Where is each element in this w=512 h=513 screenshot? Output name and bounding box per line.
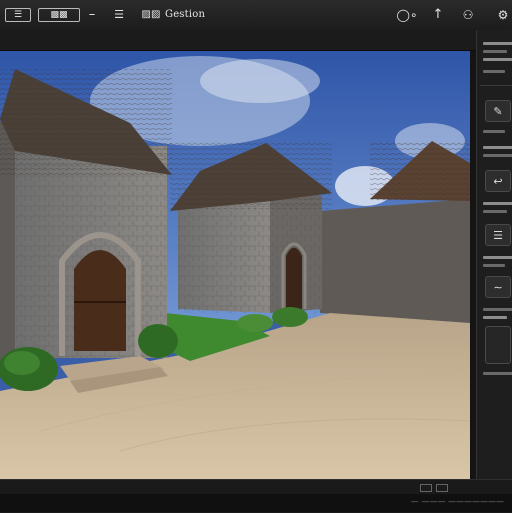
bush <box>237 314 273 332</box>
stack-icon: ☰ <box>493 228 503 242</box>
panel-divider <box>480 85 512 86</box>
3d-viewport[interactable] <box>0 51 470 479</box>
right-tool-panel: ✎ ↩ ☰ ∼ <box>476 30 512 492</box>
dash-icon: – <box>88 7 96 22</box>
search-button[interactable]: ◯∘ <box>394 8 420 22</box>
panel-caption <box>483 130 505 133</box>
menu-button[interactable]: ☰ <box>5 8 31 22</box>
panel-caption <box>483 42 512 45</box>
scene-render <box>0 51 470 479</box>
panel-caption <box>483 202 512 205</box>
left-door <box>74 250 126 351</box>
middle-door <box>286 247 302 309</box>
wave-icon: ∼ <box>493 280 503 294</box>
status-bar: — ——— ——————— <box>0 494 512 512</box>
top-toolbar: ☰ ▩▩ – ☰ ▨▨ Gestion ◯∘ ↑ ⚇ ⚙ <box>0 0 512 31</box>
menu-icon: ☰ <box>13 10 23 20</box>
settings-button[interactable]: ⚙ <box>495 8 511 22</box>
panel-caption <box>483 256 512 259</box>
properties-box[interactable] <box>485 326 511 364</box>
gear-icon: ⚙ <box>497 8 509 22</box>
hook-tool-button[interactable]: ↩ <box>485 170 511 192</box>
panel-caption <box>483 210 507 213</box>
pointer-button[interactable]: ↑ <box>430 8 446 22</box>
pencil-tool-button[interactable]: ✎ <box>485 100 511 122</box>
pencil-icon: ✎ <box>493 104 503 118</box>
panel-button[interactable]: ▩▩ <box>38 8 80 22</box>
render-toggle[interactable] <box>436 484 448 492</box>
app-title: Gestion <box>165 9 206 20</box>
panel-caption <box>483 58 512 61</box>
stack-tool-button[interactable]: ☰ <box>485 224 511 246</box>
wave-tool-button[interactable]: ∼ <box>485 276 511 298</box>
logo-icon: ▨▨ <box>141 9 161 20</box>
timeline-toggle[interactable] <box>420 484 432 492</box>
panel-caption <box>483 70 505 73</box>
panel-caption <box>483 316 507 319</box>
app-logo: ▨▨ <box>140 8 162 22</box>
panel-caption <box>483 146 512 149</box>
status-text: — ——— ——————— <box>410 497 504 506</box>
bush <box>272 307 308 327</box>
secondary-toolbar <box>0 30 512 51</box>
panel-caption <box>483 308 512 311</box>
panel-icon: ▩▩ <box>50 10 68 20</box>
hook-icon: ↩ <box>493 174 503 188</box>
panel-caption <box>483 154 512 157</box>
person-icon: ⚇ <box>462 8 474 22</box>
list-icon: ☰ <box>114 8 124 21</box>
panel-caption <box>483 50 507 53</box>
figure-button[interactable]: ⚇ <box>460 8 476 22</box>
panel-caption <box>483 264 505 267</box>
collapse-button[interactable]: – <box>86 8 98 22</box>
cloud <box>200 59 320 103</box>
panel-caption <box>483 372 512 375</box>
list-button[interactable]: ☰ <box>108 8 130 22</box>
search-icon: ◯∘ <box>396 8 418 22</box>
arrow-up-icon: ↑ <box>432 7 444 22</box>
bush <box>138 324 178 358</box>
